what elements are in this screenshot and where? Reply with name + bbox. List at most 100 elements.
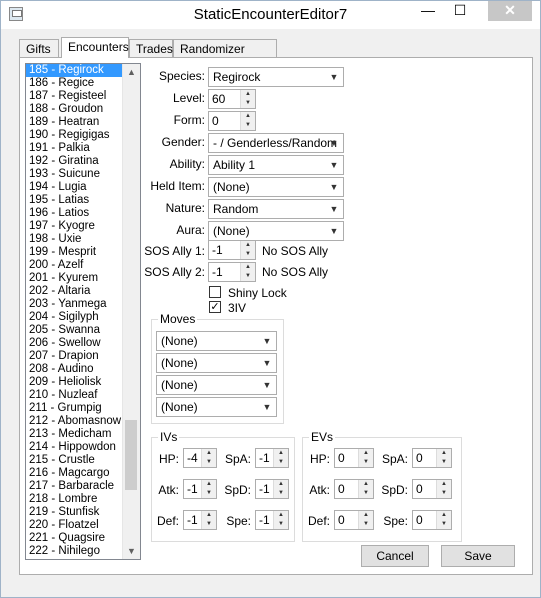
- chevron-down-icon: ▼: [329, 72, 339, 82]
- iv-hp-value: -4: [187, 451, 198, 465]
- spin-up-icon[interactable]: ▲: [359, 511, 373, 520]
- spin-down-icon[interactable]: ▼: [202, 458, 216, 467]
- move-4-select[interactable]: (None) ▼: [156, 397, 277, 417]
- form-stepper[interactable]: 0 ▲ ▼: [208, 111, 256, 131]
- spin-up-icon[interactable]: ▲: [359, 480, 373, 489]
- aura-label: Aura:: [176, 223, 205, 237]
- ev-spa-value: 0: [416, 451, 423, 465]
- spin-up-icon[interactable]: ▲: [359, 449, 373, 458]
- move-2-value: (None): [161, 356, 198, 370]
- species-select[interactable]: Regirock ▼: [208, 67, 344, 87]
- spin-down-icon[interactable]: ▼: [202, 489, 216, 498]
- spin-up-icon[interactable]: ▲: [241, 263, 255, 272]
- spin-down-icon[interactable]: ▼: [274, 458, 288, 467]
- scroll-down-icon[interactable]: ▼: [123, 543, 140, 559]
- ability-select[interactable]: Ability 1 ▼: [208, 155, 344, 175]
- chevron-down-icon: ▼: [262, 358, 272, 368]
- spin-up-icon[interactable]: ▲: [437, 480, 451, 489]
- chevron-down-icon: ▼: [262, 380, 272, 390]
- sos-ally-1-label: SOS Ally 1:: [144, 244, 205, 258]
- move-1-select[interactable]: (None) ▼: [156, 331, 277, 351]
- move-2-select[interactable]: (None) ▼: [156, 353, 277, 373]
- ivs-group-title: IVs: [158, 430, 180, 444]
- spin-up-icon[interactable]: ▲: [437, 511, 451, 520]
- spin-up-icon[interactable]: ▲: [241, 241, 255, 250]
- ev-spd-value: 0: [416, 482, 423, 496]
- spin-up-icon[interactable]: ▲: [202, 511, 216, 520]
- sos-ally-2-stepper[interactable]: -1 ▲ ▼: [208, 262, 256, 282]
- iv-spa-stepper[interactable]: -1 ▲ ▼: [255, 448, 289, 468]
- evs-group-title: EVs: [309, 430, 336, 444]
- shiny-lock-checkbox[interactable]: [209, 286, 221, 298]
- iv-def-label: Def:: [156, 514, 179, 528]
- iv-spd-label: SpD:: [224, 483, 251, 497]
- gender-select[interactable]: - / Genderless/Random ▼: [208, 133, 344, 153]
- scroll-up-icon[interactable]: ▲: [123, 64, 140, 80]
- spin-down-icon[interactable]: ▼: [359, 458, 373, 467]
- spin-down-icon[interactable]: ▼: [359, 520, 373, 529]
- iv-hp-stepper[interactable]: -4 ▲ ▼: [183, 448, 217, 468]
- iv-def-stepper[interactable]: -1 ▲ ▼: [183, 510, 217, 530]
- nature-select[interactable]: Random ▼: [208, 199, 344, 219]
- iv-spd-stepper[interactable]: -1 ▲ ▼: [255, 479, 289, 499]
- iv-spe-value: -1: [259, 513, 270, 527]
- minimize-button[interactable]: —: [416, 1, 440, 21]
- level-stepper[interactable]: 60 ▲ ▼: [208, 89, 256, 109]
- moves-group-title: Moves: [158, 312, 198, 326]
- spin-down-icon[interactable]: ▼: [437, 458, 451, 467]
- cancel-button[interactable]: Cancel: [361, 545, 429, 567]
- sos-ally-1-stepper[interactable]: -1 ▲ ▼: [208, 240, 256, 260]
- aura-value: (None): [213, 224, 250, 238]
- spin-up-icon[interactable]: ▲: [274, 480, 288, 489]
- spin-down-icon[interactable]: ▼: [274, 489, 288, 498]
- tab-encounters[interactable]: Encounters: [61, 37, 129, 58]
- held-item-select[interactable]: (None) ▼: [208, 177, 344, 197]
- iv-atk-stepper[interactable]: -1 ▲ ▼: [183, 479, 217, 499]
- aura-select[interactable]: (None) ▼: [208, 221, 344, 241]
- ev-spa-label: SpA:: [381, 452, 408, 466]
- close-button[interactable]: ✕: [488, 1, 532, 21]
- spin-up-icon[interactable]: ▲: [437, 449, 451, 458]
- ability-value: Ability 1: [213, 158, 256, 172]
- chevron-down-icon: ▼: [329, 226, 339, 236]
- spin-up-icon[interactable]: ▲: [241, 90, 255, 99]
- spin-up-icon[interactable]: ▲: [202, 449, 216, 458]
- tab-gifts[interactable]: Gifts: [19, 39, 59, 57]
- gender-label: Gender:: [161, 135, 205, 149]
- ev-atk-stepper[interactable]: 0 ▲ ▼: [334, 479, 374, 499]
- ev-hp-stepper[interactable]: 0 ▲ ▼: [334, 448, 374, 468]
- nature-value: Random: [213, 202, 259, 216]
- three-iv-checkbox[interactable]: ✓: [209, 301, 221, 313]
- spin-up-icon[interactable]: ▲: [241, 112, 255, 121]
- sos-ally-2-value: -1: [212, 265, 223, 279]
- spin-down-icon[interactable]: ▼: [359, 489, 373, 498]
- ev-atk-label: Atk:: [309, 483, 330, 497]
- tab-trades[interactable]: Trades: [129, 39, 173, 57]
- spin-down-icon[interactable]: ▼: [241, 99, 255, 108]
- move-1-value: (None): [161, 334, 198, 348]
- spin-up-icon[interactable]: ▲: [274, 511, 288, 520]
- spin-down-icon[interactable]: ▼: [202, 520, 216, 529]
- scroll-thumb[interactable]: [125, 420, 137, 490]
- three-iv-label: 3IV: [228, 301, 247, 315]
- save-button[interactable]: Save: [441, 545, 515, 567]
- encounter-list[interactable]: 185 - Regirock 186 - Regice 187 - Registee…: [25, 63, 141, 560]
- spin-down-icon[interactable]: ▼: [437, 520, 451, 529]
- spin-down-icon[interactable]: ▼: [274, 520, 288, 529]
- ev-spd-stepper[interactable]: 0 ▲ ▼: [412, 479, 452, 499]
- spin-up-icon[interactable]: ▲: [202, 480, 216, 489]
- ev-spe-stepper[interactable]: 0 ▲ ▼: [412, 510, 452, 530]
- maximize-button[interactable]: ☐: [448, 1, 472, 21]
- iv-spe-stepper[interactable]: -1 ▲ ▼: [255, 510, 289, 530]
- spin-down-icon[interactable]: ▼: [437, 489, 451, 498]
- spin-down-icon[interactable]: ▼: [241, 272, 255, 281]
- level-value: 60: [212, 92, 226, 106]
- ev-def-stepper[interactable]: 0 ▲ ▼: [334, 510, 374, 530]
- spin-down-icon[interactable]: ▼: [241, 250, 255, 259]
- list-scrollbar[interactable]: ▲ ▼: [122, 64, 140, 559]
- tab-randomizer-options[interactable]: Randomizer Options: [173, 39, 277, 74]
- spin-down-icon[interactable]: ▼: [241, 121, 255, 130]
- move-3-select[interactable]: (None) ▼: [156, 375, 277, 395]
- ev-spa-stepper[interactable]: 0 ▲ ▼: [412, 448, 452, 468]
- spin-up-icon[interactable]: ▲: [274, 449, 288, 458]
